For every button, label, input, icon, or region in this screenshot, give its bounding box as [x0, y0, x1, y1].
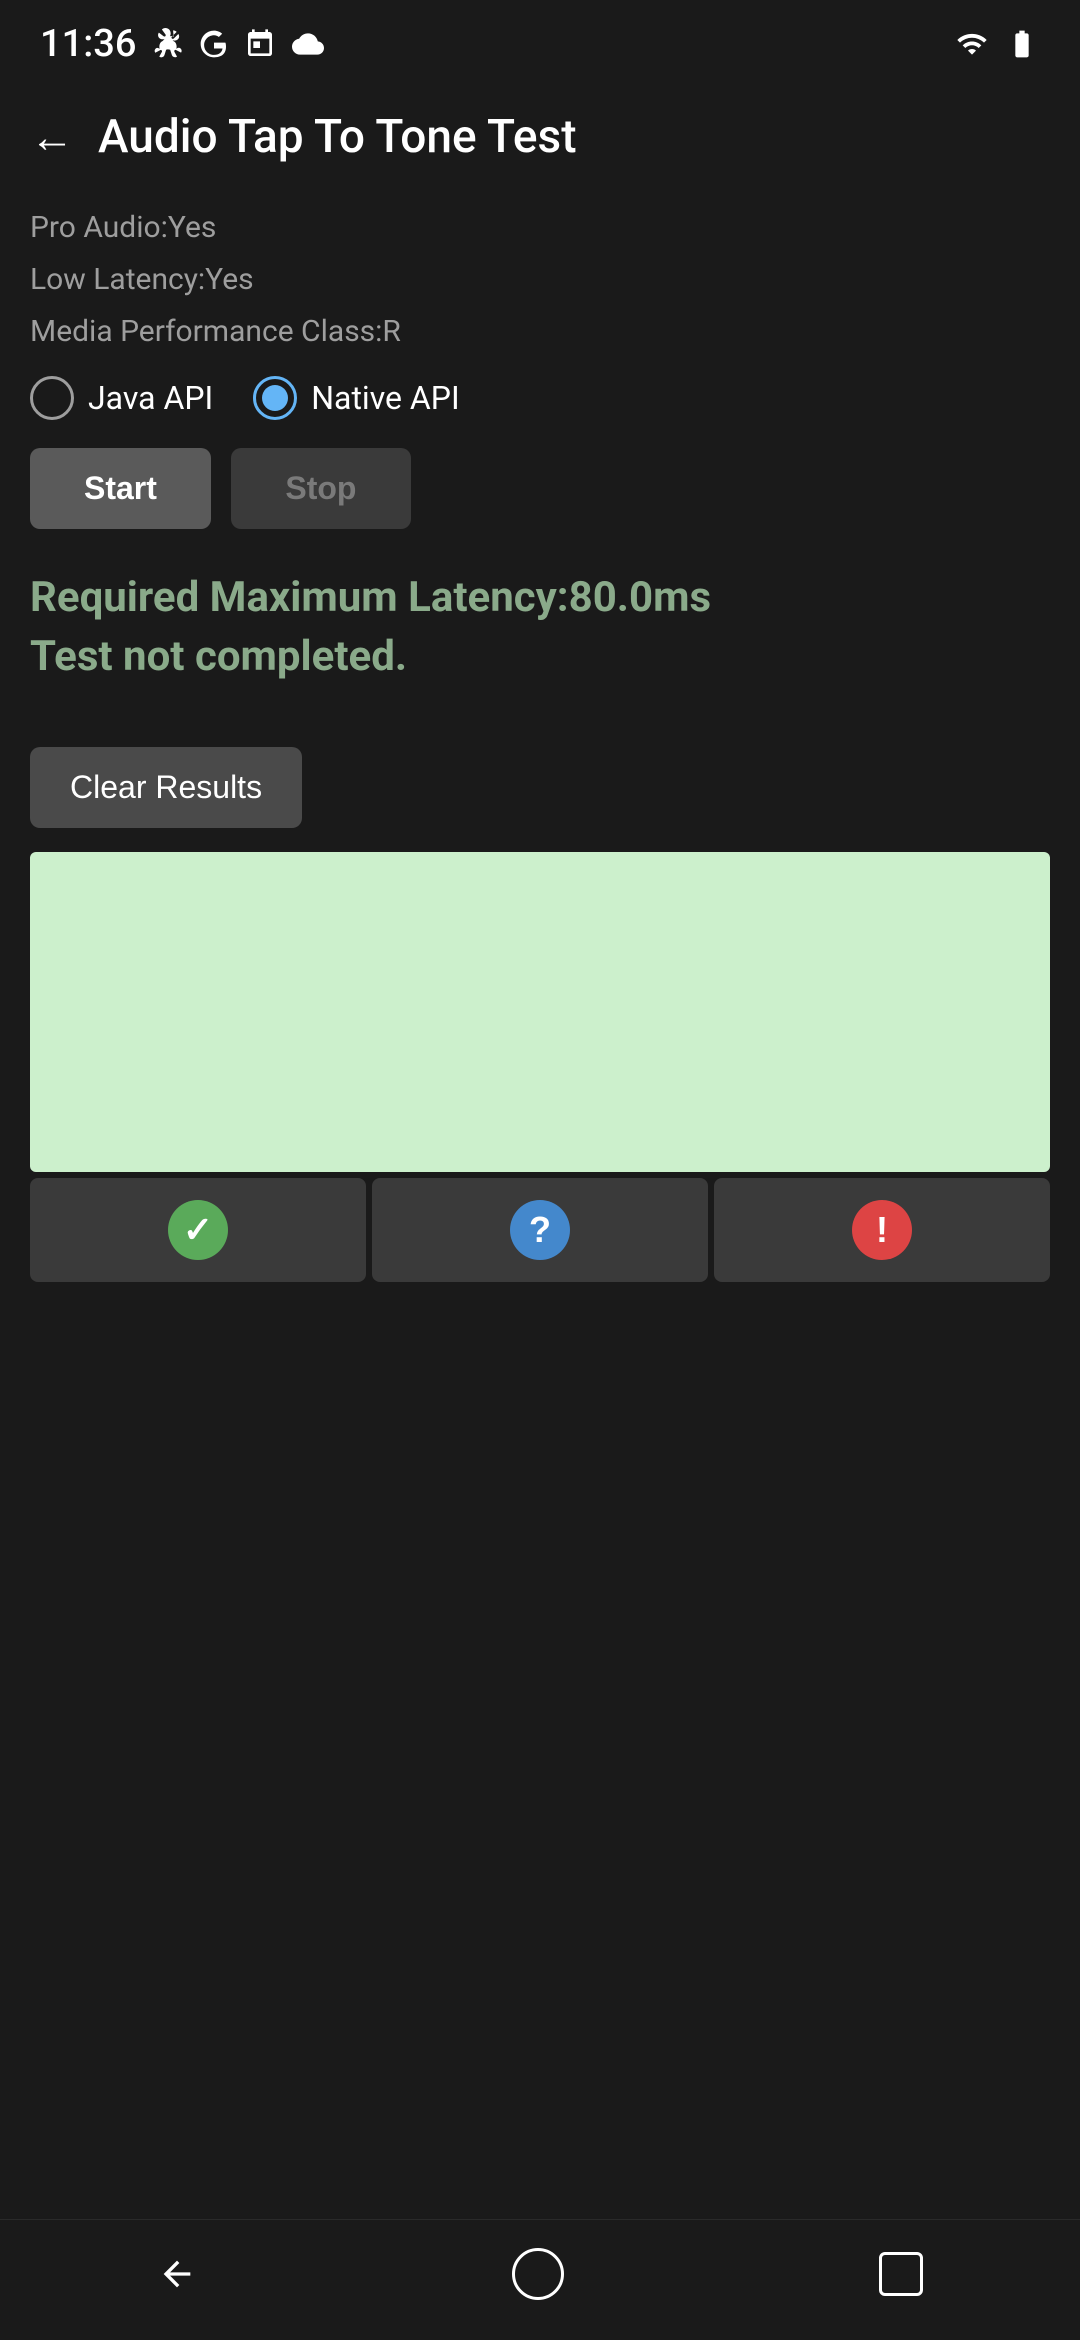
status-bar: 11:36 [0, 0, 1080, 80]
wifi-icon [952, 28, 992, 60]
action-buttons: Start Stop [30, 448, 1050, 529]
cloud-icon [290, 28, 326, 60]
result-line-2: Test not completed. [30, 628, 1050, 687]
status-icons-left [152, 28, 326, 60]
nav-recent-button[interactable] [879, 2252, 923, 2296]
warning-icon: ! [852, 1200, 912, 1260]
calendar-icon [244, 28, 276, 60]
native-api-option[interactable]: Native API [253, 376, 459, 420]
status-icons-right [952, 28, 1040, 60]
status-icon-row: ✓ ? ! [30, 1178, 1050, 1282]
native-api-label: Native API [311, 379, 459, 417]
java-api-label: Java API [88, 379, 213, 417]
question-icon: ? [510, 1200, 570, 1260]
header: ← Audio Tap To Tone Test [0, 80, 1080, 184]
content-area: Pro Audio:Yes Low Latency:Yes Media Perf… [0, 184, 1080, 2340]
pass-button[interactable]: ✓ [30, 1178, 366, 1282]
home-circle [512, 2248, 564, 2300]
recent-square [879, 2252, 923, 2296]
result-display: Required Maximum Latency:80.0ms Test not… [30, 569, 1050, 687]
back-button[interactable]: ← [30, 115, 74, 159]
radio-group: Java API Native API [30, 376, 1050, 420]
nav-back-button[interactable] [157, 2254, 197, 2294]
page-title: Audio Tap To Tone Test [98, 110, 577, 164]
navigation-bar [0, 2219, 1080, 2340]
native-api-radio-inner [262, 385, 288, 411]
result-line-1: Required Maximum Latency:80.0ms [30, 569, 1050, 628]
low-latency-info: Low Latency:Yes [30, 256, 1050, 304]
check-icon: ✓ [168, 1200, 228, 1260]
stop-button[interactable]: Stop [231, 448, 411, 529]
fan-icon [152, 28, 184, 60]
status-time: 11:36 [40, 22, 136, 66]
nav-home-button[interactable] [512, 2248, 564, 2300]
java-api-option[interactable]: Java API [30, 376, 213, 420]
media-performance-info: Media Performance Class:R [30, 308, 1050, 356]
clear-results-button[interactable]: Clear Results [30, 747, 302, 828]
warning-button[interactable]: ! [714, 1178, 1050, 1282]
java-api-radio[interactable] [30, 376, 74, 420]
info-button[interactable]: ? [372, 1178, 708, 1282]
start-button[interactable]: Start [30, 448, 211, 529]
native-api-radio[interactable] [253, 376, 297, 420]
google-icon [198, 28, 230, 60]
pro-audio-info: Pro Audio:Yes [30, 204, 1050, 252]
battery-icon [1004, 28, 1040, 60]
visualization-area [30, 852, 1050, 1172]
